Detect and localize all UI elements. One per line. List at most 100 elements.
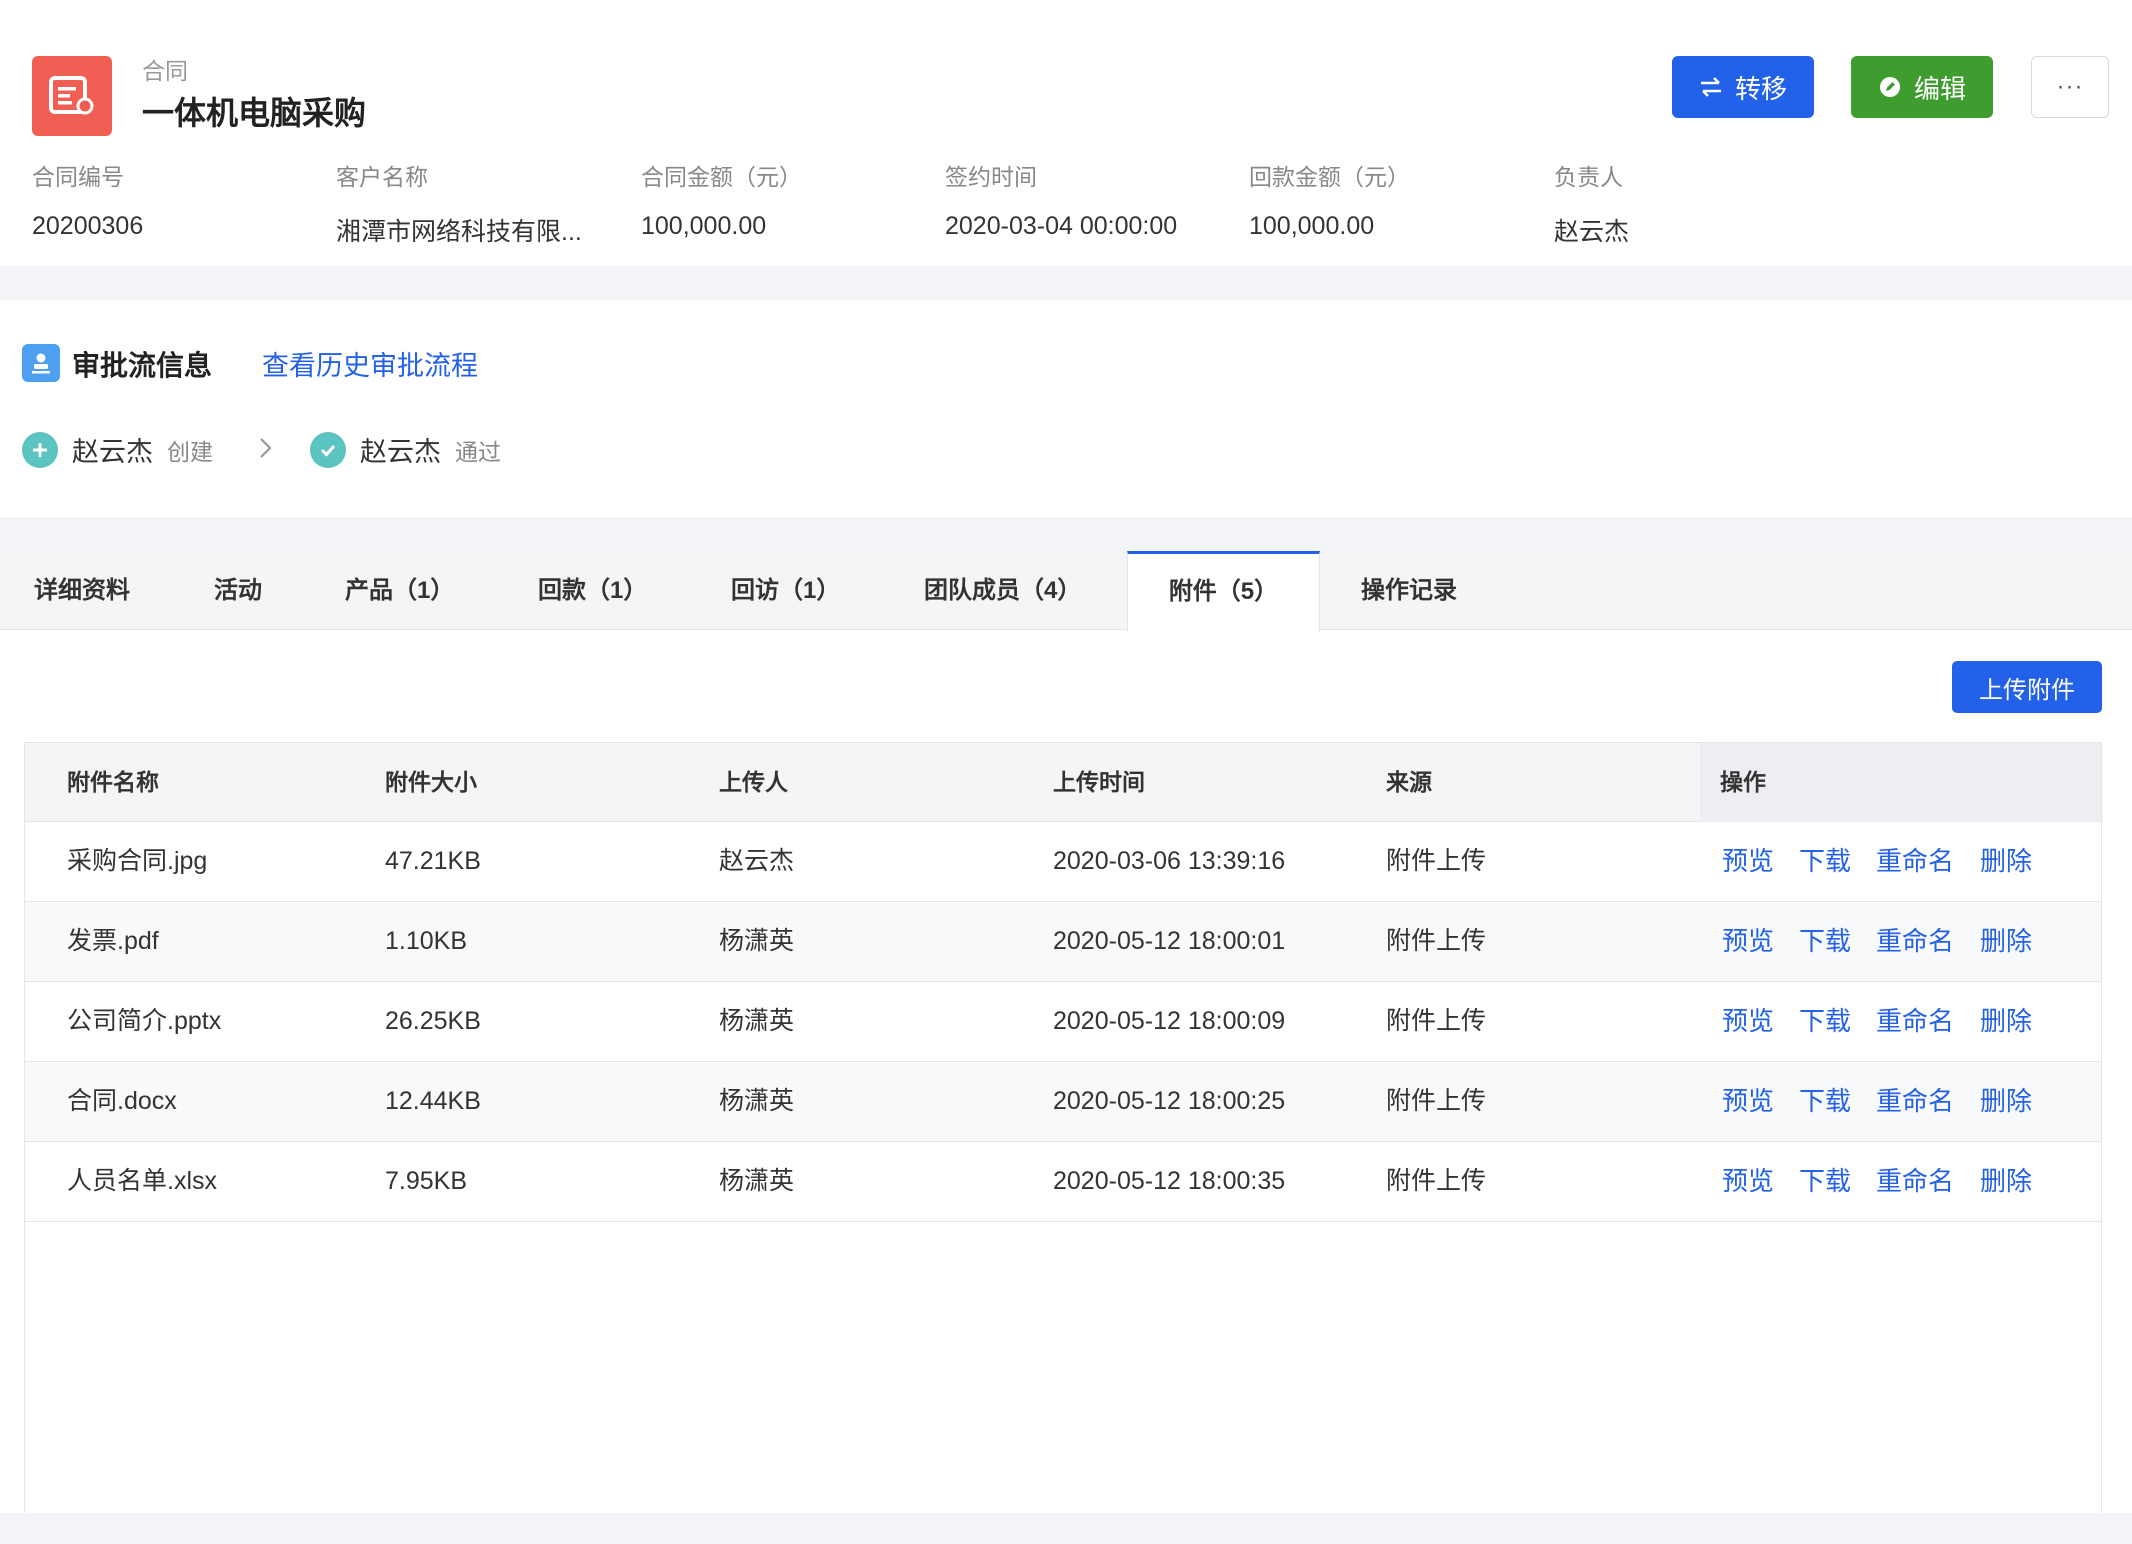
approval-step-approved: 赵云杰 通过 xyxy=(310,430,501,469)
attachment-size: 7.95KB xyxy=(385,1167,468,1195)
attachment-size: 26.25KB xyxy=(385,1007,481,1035)
preview-link[interactable]: 预览 xyxy=(1722,1142,1774,1221)
tab-attachments[interactable]: 附件（5） xyxy=(1127,551,1320,631)
transfer-button-label: 转移 xyxy=(1734,73,1787,104)
meta-value: 湘潭市网络科技有限... xyxy=(336,218,582,246)
meta-label: 负责人 xyxy=(1554,164,1623,190)
attachment-upload-time: 2020-05-12 18:00:25 xyxy=(1053,1087,1286,1115)
table-row: 采购合同.jpg 47.21KB 赵云杰 2020-03-06 13:39:16… xyxy=(25,822,2101,902)
step-user: 赵云杰 xyxy=(72,437,153,467)
step-user: 赵云杰 xyxy=(360,437,441,467)
view-approval-history-link[interactable]: 查看历史审批流程 xyxy=(262,344,478,383)
meta-label: 合同编号 xyxy=(32,164,124,190)
attachment-uploader: 杨潇英 xyxy=(719,1167,795,1195)
attachment-source: 附件上传 xyxy=(1386,1087,1487,1115)
meta-value: 100,000.00 xyxy=(641,212,767,240)
download-link[interactable]: 下载 xyxy=(1799,1062,1851,1141)
rename-link[interactable]: 重命名 xyxy=(1876,902,1954,981)
attachment-source: 附件上传 xyxy=(1386,847,1487,875)
column-header: 附件名称 xyxy=(67,769,159,795)
contract-header: 合同 一体机电脑采购 转移 编辑 ··· 合同编号 20200306 客户名称 … xyxy=(0,0,2132,266)
column-header: 上传人 xyxy=(719,769,788,795)
step-state: 通过 xyxy=(455,438,501,465)
contract-detail-page: 合同 一体机电脑采购 转移 编辑 ··· 合同编号 20200306 客户名称 … xyxy=(0,0,2132,1544)
meta-value: 赵云杰 xyxy=(1554,218,1630,246)
table-row: 合同.docx 12.44KB 杨潇英 2020-05-12 18:00:25 … xyxy=(25,1062,2101,1142)
check-circle-icon xyxy=(310,431,346,468)
table-row: 发票.pdf 1.10KB 杨潇英 2020-05-12 18:00:01 附件… xyxy=(25,902,2101,982)
download-link[interactable]: 下载 xyxy=(1799,822,1851,901)
tab-activity[interactable]: 活动 xyxy=(214,551,262,630)
edit-icon xyxy=(1879,77,1900,97)
table-row: 公司简介.pptx 26.25KB 杨潇英 2020-05-12 18:00:0… xyxy=(25,982,2101,1062)
attachment-name: 公司简介.pptx xyxy=(67,1007,222,1035)
attachment-uploader: 杨潇英 xyxy=(719,1007,795,1035)
delete-link[interactable]: 删除 xyxy=(1980,1062,2032,1141)
attachment-upload-time: 2020-05-12 18:00:09 xyxy=(1053,1007,1286,1035)
meta-label: 合同金额（元） xyxy=(641,164,802,190)
transfer-button[interactable]: 转移 xyxy=(1672,56,1814,118)
meta-customer-name: 客户名称 湘潭市网络科技有限... xyxy=(336,158,582,248)
approval-title: 审批流信息 xyxy=(72,350,213,381)
meta-contract-amount: 合同金额（元） 100,000.00 xyxy=(641,158,802,241)
attachment-source: 附件上传 xyxy=(1386,1007,1487,1035)
attachment-uploader: 杨潇英 xyxy=(719,927,795,955)
preview-link[interactable]: 预览 xyxy=(1722,1062,1774,1141)
tab-operation-log[interactable]: 操作记录 xyxy=(1361,551,1457,630)
table-header: 附件名称 附件大小 上传人 上传时间 来源 操作 xyxy=(25,743,2101,822)
column-header: 上传时间 xyxy=(1053,769,1145,795)
attachment-size: 12.44KB xyxy=(385,1087,481,1115)
meta-contract-number: 合同编号 20200306 xyxy=(32,158,143,241)
meta-value: 20200306 xyxy=(32,212,144,240)
attachment-name: 合同.docx xyxy=(67,1087,177,1115)
plus-circle-icon xyxy=(22,431,58,468)
page-title: 一体机电脑采购 xyxy=(142,95,367,131)
meta-label: 客户名称 xyxy=(336,164,428,190)
attachment-upload-time: 2020-05-12 18:00:01 xyxy=(1053,927,1286,955)
rename-link[interactable]: 重命名 xyxy=(1876,982,1954,1061)
upload-attachment-button[interactable]: 上传附件 xyxy=(1952,661,2102,713)
delete-link[interactable]: 删除 xyxy=(1980,982,2032,1061)
rename-link[interactable]: 重命名 xyxy=(1876,1062,1954,1141)
attachment-uploader: 杨潇英 xyxy=(719,1087,795,1115)
attachment-name: 采购合同.jpg xyxy=(67,847,208,875)
tab-products[interactable]: 产品（1） xyxy=(345,551,454,630)
preview-link[interactable]: 预览 xyxy=(1722,982,1774,1061)
attachments-table: 附件名称 附件大小 上传人 上传时间 来源 操作 采购合同.jpg 47.21K… xyxy=(24,742,2102,1513)
meta-sign-time: 签约时间 2020-03-04 00:00:00 xyxy=(945,158,1177,241)
edit-button[interactable]: 编辑 xyxy=(1851,56,1993,118)
rename-link[interactable]: 重命名 xyxy=(1876,1142,1954,1221)
attachment-name: 发票.pdf xyxy=(67,927,159,955)
download-link[interactable]: 下载 xyxy=(1799,902,1851,981)
approval-stamp-icon xyxy=(22,344,60,382)
table-row: 人员名单.xlsx 7.95KB 杨潇英 2020-05-12 18:00:35… xyxy=(25,1142,2101,1222)
delete-link[interactable]: 删除 xyxy=(1980,1142,2032,1221)
transfer-icon xyxy=(1700,77,1721,97)
preview-link[interactable]: 预览 xyxy=(1722,822,1774,901)
meta-label: 签约时间 xyxy=(945,164,1037,190)
page-footer-gap xyxy=(0,1513,2132,1544)
tab-visits[interactable]: 回访（1） xyxy=(731,551,840,630)
chevron-right-icon xyxy=(260,438,272,458)
attachment-upload-time: 2020-03-06 13:39:16 xyxy=(1053,847,1286,875)
rename-link[interactable]: 重命名 xyxy=(1876,822,1954,901)
delete-link[interactable]: 删除 xyxy=(1980,822,2032,901)
meta-value: 100,000.00 xyxy=(1249,212,1375,240)
download-link[interactable]: 下载 xyxy=(1799,1142,1851,1221)
step-state: 创建 xyxy=(167,438,213,465)
column-header: 附件大小 xyxy=(385,769,477,795)
more-actions-button[interactable]: ··· xyxy=(2031,56,2109,118)
attachment-upload-time: 2020-05-12 18:00:35 xyxy=(1053,1167,1286,1195)
delete-link[interactable]: 删除 xyxy=(1980,902,2032,981)
approval-section: 审批流信息 查看历史审批流程 赵云杰 创建 赵云杰 通过 xyxy=(0,300,2132,517)
attachment-size: 47.21KB xyxy=(385,847,481,875)
contract-icon xyxy=(32,56,112,136)
preview-link[interactable]: 预览 xyxy=(1722,902,1774,981)
tab-details[interactable]: 详细资料 xyxy=(34,551,130,630)
download-link[interactable]: 下载 xyxy=(1799,982,1851,1061)
meta-owner: 负责人 赵云杰 xyxy=(1554,158,1629,248)
tab-team-members[interactable]: 团队成员（4） xyxy=(924,551,1081,630)
tab-payments[interactable]: 回款（1） xyxy=(538,551,647,630)
column-header: 来源 xyxy=(1386,769,1432,795)
column-header: 操作 xyxy=(1700,743,2101,822)
